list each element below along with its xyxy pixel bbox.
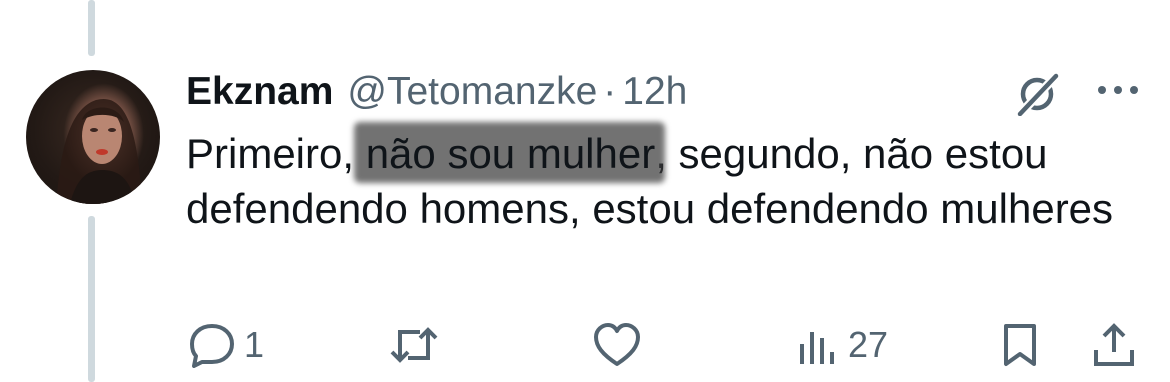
bookmark-button[interactable] [1000, 322, 1040, 368]
share-button[interactable] [1092, 320, 1136, 368]
like-icon [594, 323, 640, 366]
retweet-button[interactable] [386, 322, 442, 368]
bookmark-icon [1004, 324, 1036, 366]
thread-line-top [88, 0, 95, 56]
views-count: 27 [848, 324, 889, 365]
grok-icon[interactable] [1012, 70, 1064, 119]
tweet-text-before: Primeiro, [186, 130, 366, 177]
tweet-text: Primeiro, não sou mulher, segundo, não e… [186, 126, 1146, 236]
reply-icon [190, 324, 234, 368]
views-icon [800, 332, 834, 364]
share-icon [1094, 323, 1134, 366]
like-button[interactable] [592, 322, 642, 368]
reply-count: 1 [244, 324, 265, 365]
action-bar: 1 27 [0, 318, 1170, 370]
separator-dot: · [603, 70, 617, 113]
avatar[interactable] [26, 70, 160, 204]
author-name[interactable]: Ekznam [186, 70, 333, 114]
timestamp[interactable]: 12h [622, 70, 687, 114]
tweet-header: Ekznam @Tetomanzke · 12h [186, 70, 687, 114]
more-icon[interactable] [1094, 80, 1142, 100]
retweet-icon [390, 327, 438, 363]
redacted-text-content: não sou mulher [365, 130, 656, 177]
author-handle[interactable]: @Tetomanzke [347, 70, 597, 114]
redacted-text: não sou mulher [366, 126, 656, 181]
views-button[interactable]: 27 [796, 322, 888, 368]
reply-button[interactable]: 1 [188, 322, 264, 368]
avatar-image [56, 98, 142, 204]
